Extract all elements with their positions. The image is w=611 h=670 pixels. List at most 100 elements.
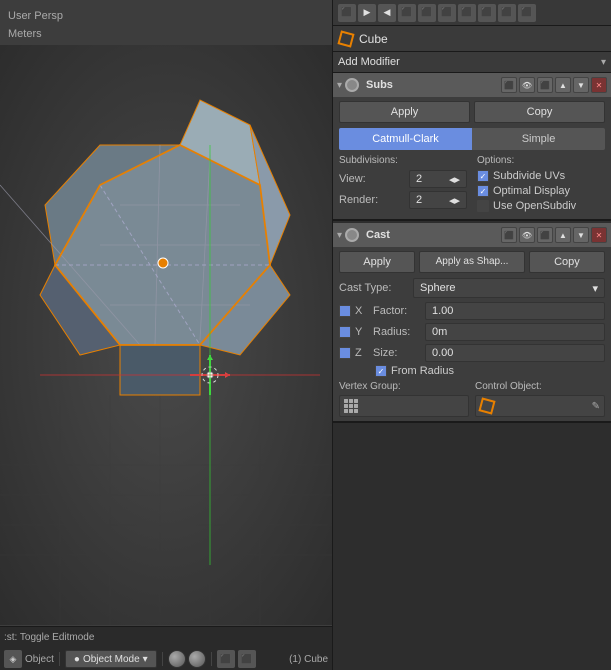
- x-row: X Factor: 1.00: [339, 302, 605, 320]
- object-mesh-icon: [338, 31, 354, 47]
- object-tab-label[interactable]: Object: [25, 654, 54, 665]
- optimal-display-row: ✓ Optimal Display: [477, 185, 605, 197]
- options-title: Options:: [477, 155, 605, 166]
- vertex-group-section: Vertex Group: Control Object:: [339, 381, 605, 417]
- view-arrows: ◂▸: [449, 173, 460, 186]
- control-object-cube-icon: [478, 397, 495, 414]
- y-checkbox[interactable]: [339, 326, 351, 338]
- header-icon-4[interactable]: ⬛: [398, 4, 416, 22]
- use-opensubdiv-label: Use OpenSubdiv: [493, 200, 576, 212]
- header-icon-2[interactable]: ▶: [358, 4, 376, 22]
- control-object-input[interactable]: ✎: [475, 395, 605, 417]
- radius-label: Radius:: [373, 326, 425, 338]
- eyedropper-icon[interactable]: ✎: [592, 401, 600, 412]
- cast-delete-icon[interactable]: ✕: [591, 227, 607, 243]
- cast-content: Apply Apply as Shap... Copy Cast Type: S…: [333, 247, 611, 421]
- cast-type-arrow: ▾: [592, 282, 598, 295]
- cast-eye-icon[interactable]: 👁: [519, 227, 535, 243]
- subs-eye-icon[interactable]: 👁: [519, 77, 535, 93]
- cast-type-row: Cast Type: Sphere ▾: [339, 278, 605, 298]
- header-icon-10[interactable]: ⬛: [518, 4, 536, 22]
- cast-camera-icon[interactable]: ⬛: [537, 227, 553, 243]
- z-field-row: Size: 0.00: [373, 344, 605, 362]
- subdivisions-title: Subdivisions:: [339, 155, 467, 166]
- cast-type-value-text: Sphere: [420, 282, 455, 294]
- object-mode-label: Object Mode: [83, 654, 140, 665]
- cast-up-icon[interactable]: ▲: [555, 227, 571, 243]
- cast-enabled-toggle[interactable]: [345, 228, 359, 242]
- subs-up-icon[interactable]: ▲: [555, 77, 571, 93]
- subdivisions-col: Subdivisions: View: 2 ◂▸ Render: 2: [339, 155, 467, 215]
- vertex-group-input[interactable]: [339, 395, 469, 417]
- properties-panel: ⬛ ▶ ◀ ⬛ ⬛ ⬛ ⬛ ⬛ ⬛ ⬛ Cube Add Modifier ▾ …: [332, 0, 611, 670]
- from-radius-checkbox[interactable]: ✓: [375, 365, 387, 377]
- z-checkbox[interactable]: [339, 347, 351, 359]
- cast-down-icon[interactable]: ▼: [573, 227, 589, 243]
- panel-scroll[interactable]: ▾ Subs ⬛ 👁 ⬛ ▲ ▼ ✕ Apply Copy Cat: [333, 73, 611, 670]
- cast-modifier-block: ▾ Cast ⬛ 👁 ⬛ ▲ ▼ ✕ Apply Apply as Shap..…: [333, 223, 611, 423]
- subs-enabled-toggle[interactable]: [345, 78, 359, 92]
- subs-apply-button[interactable]: Apply: [339, 101, 470, 123]
- y-label: Y: [355, 326, 369, 338]
- cast-collapse-arrow[interactable]: ▾: [337, 230, 342, 241]
- add-modifier-dropdown[interactable]: ▾: [601, 57, 606, 68]
- object-tab-icon[interactable]: ◈: [4, 650, 22, 668]
- header-icon-1[interactable]: ⬛: [338, 4, 356, 22]
- optimal-display-checkbox[interactable]: ✓: [477, 185, 489, 197]
- subs-tab-row: Catmull-Clark Simple: [339, 128, 605, 150]
- toolbar-separator3: [211, 652, 212, 666]
- size-label: Size:: [373, 347, 425, 359]
- subdivide-uvs-row: ✓ Subdivide UVs: [477, 170, 605, 182]
- view-value[interactable]: 2 ◂▸: [409, 170, 467, 188]
- from-radius-label: From Radius: [391, 365, 454, 377]
- subdivisions-section: Subdivisions: View: 2 ◂▸ Render: 2: [339, 155, 605, 215]
- subdivide-uvs-label: Subdivide UVs: [493, 170, 565, 182]
- control-object-col: Control Object: ✎: [475, 381, 605, 417]
- subs-copy-button[interactable]: Copy: [474, 101, 605, 123]
- x-checkbox[interactable]: [339, 305, 351, 317]
- subs-camera-icon[interactable]: ⬛: [537, 77, 553, 93]
- subs-collapse-arrow[interactable]: ▾: [337, 80, 342, 91]
- header-icon-7[interactable]: ⬛: [458, 4, 476, 22]
- cast-apply-shape-button[interactable]: Apply as Shap...: [419, 251, 525, 273]
- radius-value[interactable]: 0m: [425, 323, 605, 341]
- object-mode-button[interactable]: ● Object Mode ▾: [65, 650, 157, 668]
- render-value[interactable]: 2 ◂▸: [409, 191, 467, 209]
- header-icon-8[interactable]: ⬛: [478, 4, 496, 22]
- render-icon2[interactable]: ⬛: [238, 650, 256, 668]
- tab-simple[interactable]: Simple: [472, 128, 605, 150]
- cast-copy-button[interactable]: Copy: [529, 251, 605, 273]
- header-icon-6[interactable]: ⬛: [438, 4, 456, 22]
- cast-type-value[interactable]: Sphere ▾: [413, 278, 605, 298]
- header-icon-3[interactable]: ◀: [378, 4, 396, 22]
- sphere-icon-2[interactable]: [188, 650, 206, 668]
- render-icon[interactable]: ⬛: [217, 650, 235, 668]
- use-opensubdiv-row: Use OpenSubdiv: [477, 200, 605, 212]
- subdivide-uvs-checkbox[interactable]: ✓: [477, 170, 489, 182]
- subs-delete-icon[interactable]: ✕: [591, 77, 607, 93]
- subs-down-icon[interactable]: ▼: [573, 77, 589, 93]
- cube-wireframe-icon: [337, 30, 354, 47]
- size-value[interactable]: 0.00: [425, 344, 605, 362]
- header-icon-9[interactable]: ⬛: [498, 4, 516, 22]
- viewport-toolbar: :st: Toggle Editmode ◈ Object ● Object M…: [0, 626, 332, 670]
- optimal-display-label: Optimal Display: [493, 185, 570, 197]
- render-arrows: ◂▸: [449, 194, 460, 207]
- tab-catmull-clark[interactable]: Catmull-Clark: [339, 128, 472, 150]
- factor-value[interactable]: 1.00: [425, 302, 605, 320]
- use-opensubdiv-checkbox[interactable]: [477, 200, 489, 212]
- toolbar-bottom-row: ◈ Object ● Object Mode ▾ ⬛ ⬛ (1) Cube: [0, 649, 332, 670]
- add-modifier-section[interactable]: Add Modifier ▾: [333, 52, 611, 73]
- render-label: Render:: [339, 194, 409, 206]
- header-icon-5[interactable]: ⬛: [418, 4, 436, 22]
- vertex-group-col: Vertex Group:: [339, 381, 469, 417]
- subs-render-icon[interactable]: ⬛: [501, 77, 517, 93]
- cast-apply-button[interactable]: Apply: [339, 251, 415, 273]
- sphere-icon-1[interactable]: [168, 650, 186, 668]
- object-mode-arrow: ▾: [143, 654, 148, 665]
- x-field-row: Factor: 1.00: [373, 302, 605, 320]
- size-value-text: 0.00: [432, 347, 453, 359]
- cast-render-icon[interactable]: ⬛: [501, 227, 517, 243]
- view-field-row: View: 2 ◂▸: [339, 170, 467, 188]
- viewport[interactable]: User Persp Meters: [0, 0, 332, 670]
